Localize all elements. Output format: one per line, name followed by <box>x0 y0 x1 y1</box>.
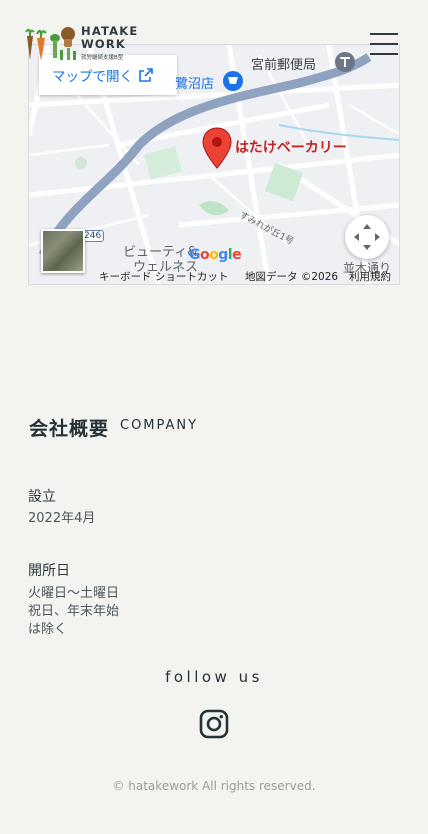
map-data-attribution[interactable]: 地図データ ©2026 <box>245 269 338 284</box>
google-logo: Google <box>189 247 242 263</box>
embedded-map[interactable]: マップで開く 宮前郵便局 鷺沼店 はたけベーカリー すみれが丘1号 ビューティ&… <box>28 44 400 285</box>
vegetables-logo-icon <box>25 27 76 61</box>
map-attribution-bar: キーボード ショートカット 地図データ ©2026 利用規約 <box>29 266 399 284</box>
move-arrows-icon <box>354 224 380 250</box>
external-link-icon <box>139 68 153 82</box>
instagram-icon[interactable] <box>199 709 229 739</box>
menu-line-icon <box>370 53 398 55</box>
open-days-line1: 火曜日〜土曜日 <box>28 586 120 601</box>
pin-label: はたけベーカリー <box>235 140 347 156</box>
follow-us-label: follow us <box>165 668 263 686</box>
menu-line-icon <box>370 33 398 35</box>
company-heading-en: COMPANY <box>120 418 199 433</box>
logo-subtitle: 就労継続支援B型 <box>81 55 124 61</box>
fullscreen-button[interactable] <box>345 215 389 259</box>
founded-label: 設立 <box>28 489 56 505</box>
open-days-label: 開所日 <box>28 563 70 579</box>
open-days-line3: は除く <box>28 622 68 637</box>
menu-line-icon <box>370 43 398 45</box>
location-pin-icon[interactable] <box>202 127 232 169</box>
founded-value: 2022年4月 <box>28 511 96 526</box>
menu-button[interactable] <box>370 33 398 55</box>
site-logo[interactable]: HATAKE WORK 就労継続支援B型 <box>24 22 144 64</box>
site-header: HATAKE WORK 就労継続支援B型 <box>0 0 428 70</box>
open-days-line2: 祝日、年末年始 <box>28 604 120 619</box>
poi-store[interactable]: 鷺沼店 <box>175 73 214 92</box>
terms-link[interactable]: 利用規約 <box>349 269 391 284</box>
logo-wordmark: HATAKE WORK <box>81 25 138 51</box>
logo-line2: WORK <box>81 37 127 51</box>
company-heading: 会社概要 <box>29 418 110 440</box>
copyright: © hatakework All rights reserved. <box>112 779 316 793</box>
keyboard-shortcuts-link[interactable]: キーボード ショートカット <box>99 269 228 284</box>
